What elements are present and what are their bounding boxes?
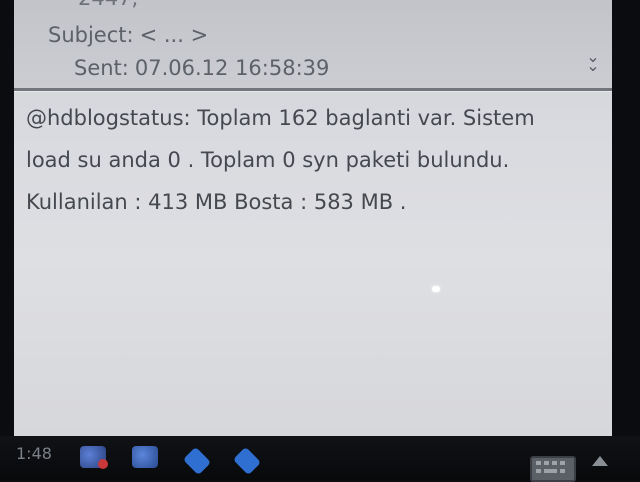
message-line: @hdblogstatus: Toplam 162 baglanti var. …	[26, 106, 535, 130]
subject-field: Subject: < ... >	[48, 23, 208, 47]
keyboard-icon[interactable]	[530, 456, 576, 482]
header-divider-highlight	[14, 91, 612, 92]
message-line: Kullanilan : 413 MB Bosta : 583 MB .	[26, 190, 407, 214]
sent-field: Sent: 07.06.12 16:58:39	[74, 56, 329, 80]
arrow-up-icon[interactable]	[592, 456, 608, 466]
message-body: @hdblogstatus: Toplam 162 baglanti var. …	[26, 97, 606, 223]
subject-value: < ... >	[139, 23, 209, 47]
taskbar-time: 1:48	[16, 444, 52, 463]
contacts-app-icon[interactable]	[132, 446, 158, 468]
double-chevron-down-icon[interactable]: ⌄ ⌄	[586, 49, 600, 76]
subject-label: Subject:	[48, 23, 134, 47]
message-header: 2447, Subject:< ... > Sent:07.06.12 16:5…	[14, 0, 612, 88]
screen-bezel-right	[612, 0, 640, 436]
screen-bezel-left	[0, 0, 14, 436]
sent-label: Sent:	[74, 56, 129, 80]
glare-spot	[432, 286, 440, 292]
message-line: load su anda 0 . Toplam 0 syn paketi bul…	[26, 148, 510, 172]
from-field: 2447,	[78, 0, 138, 10]
notification-badge	[98, 459, 108, 469]
messaging-app-icon[interactable]	[80, 446, 108, 469]
from-value: 2447,	[78, 0, 138, 10]
sent-value: 07.06.12 16:58:39	[134, 56, 330, 80]
message-view: 2447, Subject:< ... > Sent:07.06.12 16:5…	[14, 0, 612, 436]
